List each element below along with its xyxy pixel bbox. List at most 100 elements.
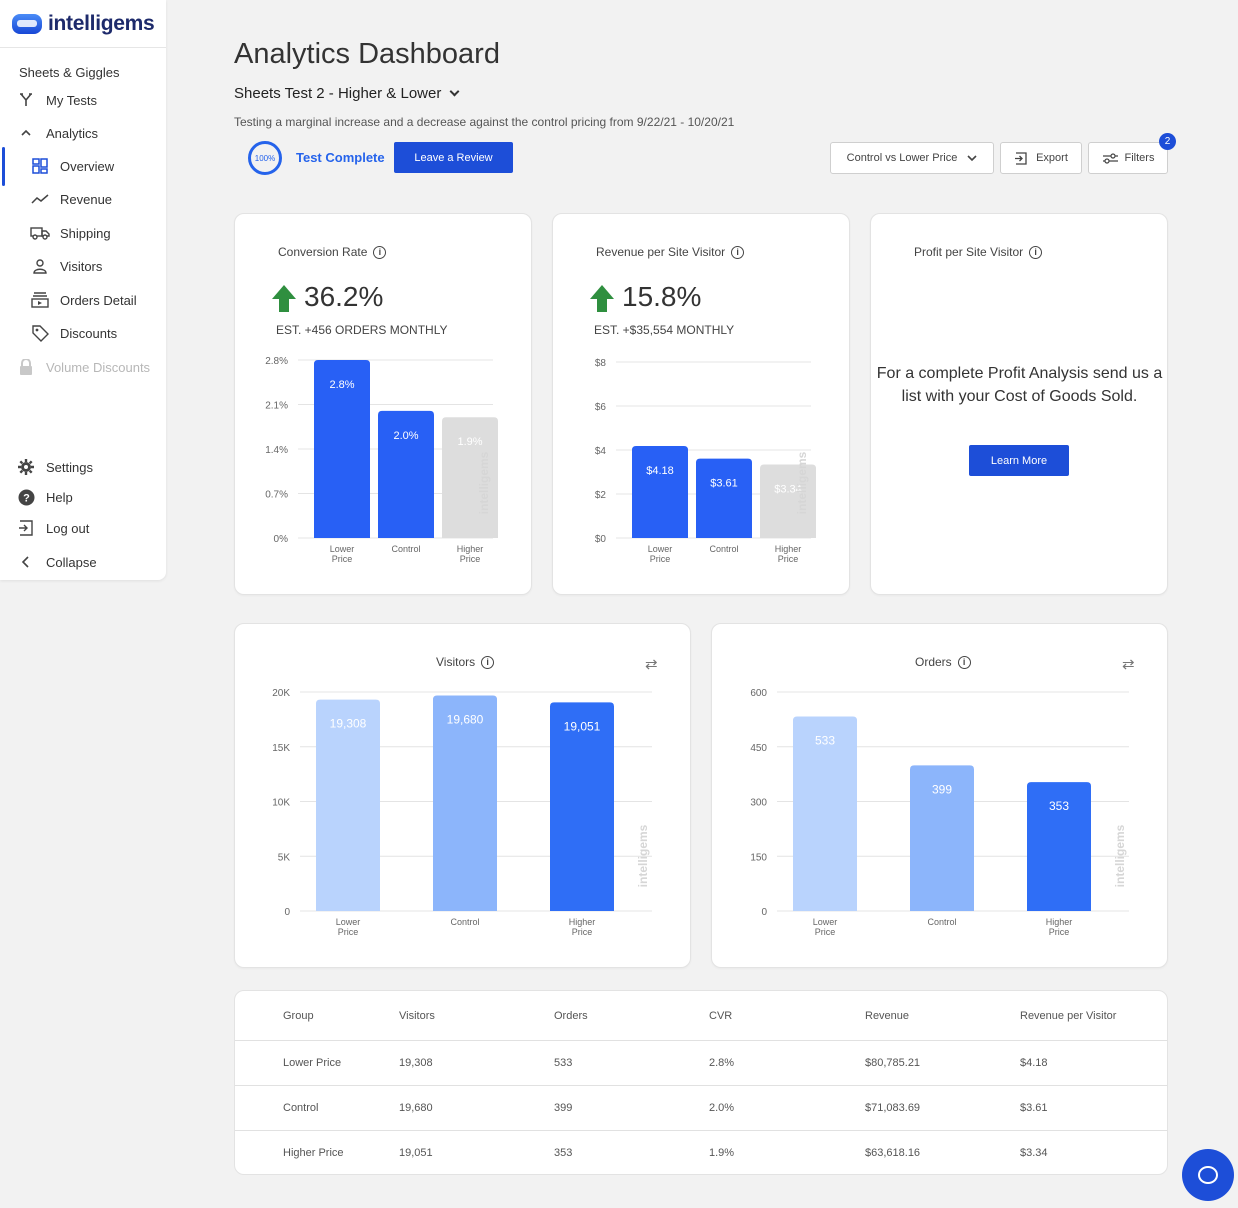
logo-text: intelligems [48,11,155,35]
sidebar-item-analytics[interactable]: Analytics [16,122,98,144]
category-label: Lower [813,917,838,927]
test-selector[interactable]: Sheets Test 2 - Higher & Lower [234,85,460,102]
data-label: 2.8% [329,379,354,391]
table-cell: 353 [554,1147,573,1159]
category-label: Price [778,554,799,564]
lock-icon [16,358,36,376]
table-cell: $4.18 [1020,1057,1048,1069]
card-title-text: Visitors [436,655,476,669]
sidebar-item-overview[interactable]: Overview [30,155,114,177]
fork-icon [16,92,36,108]
arrow-up-icon [590,285,614,312]
sidebar-item-label: Overview [60,158,115,174]
export-button[interactable]: Export [1000,142,1082,174]
info-icon[interactable]: i [1029,245,1043,259]
table-row: Higher Price 19,051 353 1.9% $63,618.16 … [235,1130,1167,1175]
sidebar-item-revenue[interactable]: Revenue [30,188,112,210]
sidebar-item-label: Settings [46,459,93,475]
column-header-revenue: Revenue [865,1009,910,1022]
page-title: Analytics Dashboard [234,38,500,70]
y-tick-label: $2 [595,490,607,501]
category-label: Higher [1046,917,1073,927]
category-label: Control [391,544,420,554]
sidebar-item-label: Shipping [60,225,111,241]
leave-review-button[interactable]: Leave a Review [394,142,513,173]
sidebar-item-discounts[interactable]: Discounts [30,322,117,344]
table-cell: $71,083.69 [865,1102,921,1114]
sidebar-item-label: Orders Detail [60,292,137,308]
conversion-rate-chart: 0%0.7%1.4%2.1%2.8%2.8%LowerPrice2.0%Cont… [265,356,498,564]
sidebar: intelligems Sheets & Giggles My Tests An… [0,0,166,580]
table-cell: 1.9% [709,1147,735,1159]
y-tick-label: 450 [750,743,767,754]
sidebar-item-visitors[interactable]: Visitors [30,255,102,277]
y-tick-label: 0.7% [265,490,288,501]
y-tick-label: 20K [272,688,290,699]
info-icon[interactable]: i [957,655,971,669]
sidebar-item-logout[interactable]: Log out [16,517,89,539]
table-cell: 533 [554,1057,573,1069]
data-label: 533 [815,733,835,747]
store-name[interactable]: Sheets & Giggles [19,65,119,80]
sidebar-item-help[interactable]: ? Help [16,486,73,508]
category-label: Control [450,917,479,927]
profit-message: For a complete Profit Analysis send us a… [876,365,1163,405]
tag-icon [30,324,50,342]
category-label: Price [572,927,593,937]
logo-icon [12,13,42,34]
chevron-down-icon [449,86,460,97]
table-cell: 399 [554,1102,573,1114]
y-tick-label: 150 [750,852,767,863]
y-tick-label: 2.1% [265,401,288,412]
category-label: Price [1049,927,1070,937]
table-cell: 2.8% [709,1057,735,1069]
table-cell: $63,618.16 [865,1147,921,1159]
y-tick-label: $4 [595,446,607,457]
sidebar-item-orders-detail[interactable]: Orders Detail [30,289,137,311]
swap-icon[interactable]: ⇄ [645,655,658,673]
filters-button[interactable]: Filters [1088,142,1168,174]
sidebar-item-label: Log out [46,520,90,536]
comparison-select[interactable]: Control vs Lower Price [830,142,994,174]
sidebar-item-settings[interactable]: Settings [16,456,93,478]
sidebar-item-my-tests[interactable]: My Tests [16,89,97,111]
sidebar-item-label: Collapse [46,554,97,570]
swap-icon[interactable]: ⇄ [1122,655,1135,673]
watermark: intelligems [795,451,809,514]
table-cell: Higher Price [283,1147,344,1159]
logo[interactable]: intelligems [0,0,166,48]
sidebar-item-label: Volume Discounts [46,359,151,375]
sidebar-item-collapse[interactable]: Collapse [16,551,97,573]
profit-per-visitor-title: Profit per Site Visitor i [914,245,1043,259]
category-label: Price [332,554,353,564]
category-label: Price [460,554,481,564]
sidebar-item-label: Visitors [60,258,103,274]
category-label: Price [650,554,671,564]
data-label: 399 [932,782,952,796]
table-cell: Control [283,1102,319,1114]
sidebar-item-shipping[interactable]: Shipping [30,222,111,244]
category-label: Lower [330,544,355,554]
chevron-down-icon [967,154,977,162]
column-header-cvr: CVR [709,1009,733,1022]
chat-launcher-button[interactable] [1182,1149,1234,1201]
column-header-orders: Orders [554,1009,588,1022]
sidebar-item-label: Revenue [60,191,113,207]
data-label: 1.9% [457,436,482,448]
learn-more-button[interactable]: Learn More [969,445,1069,476]
comparison-select-value: Control vs Lower Price [846,152,958,164]
info-icon[interactable]: i [481,655,495,669]
category-label: Lower [648,544,673,554]
logout-icon [16,520,36,536]
y-tick-label: $6 [595,402,607,413]
bar [433,695,497,911]
export-label: Export [1036,152,1068,164]
info-icon[interactable]: i [731,245,745,259]
info-icon[interactable]: i [373,245,387,259]
bar [696,458,752,538]
orders-icon [30,292,50,308]
table-cell: $80,785.21 [865,1057,921,1069]
card-title-text: Orders [915,655,952,669]
data-label: 19,308 [330,717,367,731]
revenue-per-visitor-chart: $0$2$4$6$8$4.18LowerPrice$3.61Control$3.… [595,358,816,564]
